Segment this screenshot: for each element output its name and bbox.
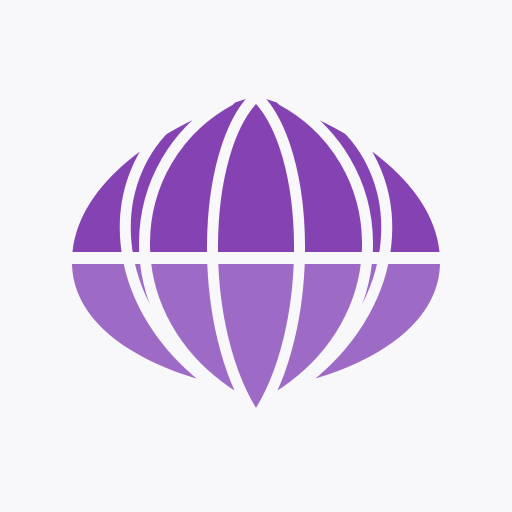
equator-gap xyxy=(60,252,452,264)
onion-globe-icon xyxy=(60,90,452,424)
app-icon-canvas xyxy=(0,0,512,512)
